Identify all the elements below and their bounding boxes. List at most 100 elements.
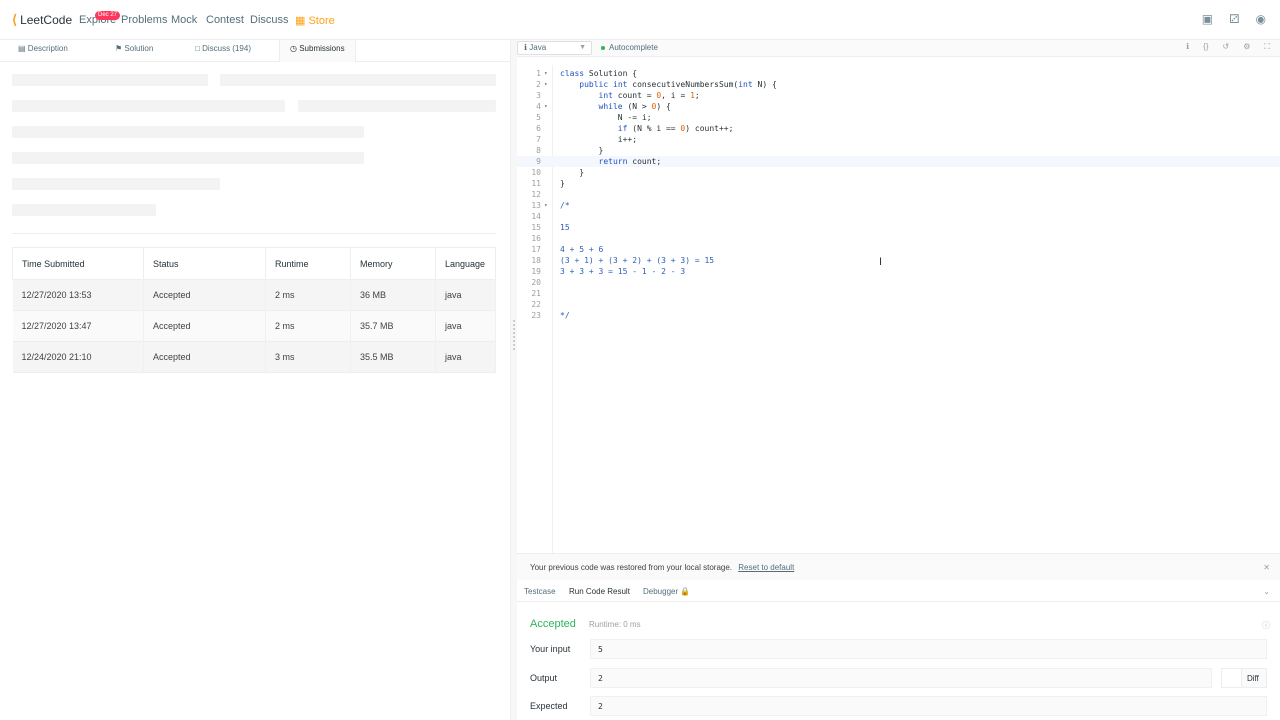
store-icon: ▦: [295, 15, 306, 27]
col-runtime[interactable]: Runtime: [265, 247, 351, 280]
tab-debugger[interactable]: Debugger 🔒: [643, 587, 690, 596]
tab-solution-label: Solution: [124, 44, 154, 53]
table-row[interactable]: 12/27/2020 13:47 Accepted 2 ms 35.7 MB j…: [12, 310, 496, 342]
language-value: Java: [529, 43, 547, 52]
loading-skeleton: [12, 74, 208, 86]
reset-to-default-link[interactable]: Reset to default: [738, 563, 794, 572]
tab-debugger-label: Debugger: [643, 587, 679, 596]
diff-toggle[interactable]: Diff: [1221, 668, 1267, 688]
your-input-value: 5: [590, 639, 1267, 659]
user-avatar-icon[interactable]: ◉: [1256, 12, 1266, 26]
tab-solution[interactable]: ⚑ Solution: [105, 40, 163, 62]
cell-status[interactable]: Accepted: [143, 310, 266, 342]
fold-arrow-icon[interactable]: ▾: [544, 101, 548, 112]
text-cursor-icon: I: [879, 256, 883, 268]
loading-skeleton: [220, 74, 496, 86]
nav-problems[interactable]: Problems: [121, 14, 167, 26]
nav-contest[interactable]: Contest: [206, 14, 244, 26]
code-line: 5 N -= i;: [536, 113, 652, 122]
code-line: 11}: [531, 179, 565, 188]
nav-store-label: Store: [308, 15, 335, 27]
explore-badge: Dec 27: [95, 11, 121, 20]
tab-description[interactable]: ▤ Description: [8, 40, 78, 62]
settings-icon[interactable]: ⚙: [1243, 42, 1250, 52]
divider: [12, 233, 496, 234]
tab-submissions-label: Submissions: [299, 44, 345, 53]
toolbar-icons: ℹ {} ↺ ⚙ ⛶: [1186, 42, 1270, 52]
fold-arrow-icon[interactable]: ▾: [544, 200, 548, 211]
reset-icon[interactable]: ↺: [1223, 42, 1230, 52]
table-row[interactable]: 12/24/2020 21:10 Accepted 3 ms 35.5 MB j…: [12, 341, 496, 373]
cell-language: java: [435, 310, 496, 342]
clock-icon: ◷: [290, 44, 297, 53]
cell-memory: 35.7 MB: [350, 310, 436, 342]
drag-handle-icon[interactable]: [513, 320, 515, 350]
braces-icon[interactable]: {}: [1203, 42, 1208, 52]
code-line: 13 ▾/*: [531, 200, 570, 211]
fold-arrow-icon[interactable]: ▾: [544, 68, 548, 79]
leetcode-logo-icon: ⟨: [12, 12, 18, 27]
result-status: Accepted: [530, 618, 576, 630]
your-input-label: Your input: [530, 644, 571, 654]
status-dot-icon: [601, 45, 605, 50]
nav-discuss[interactable]: Discuss: [250, 14, 289, 26]
cell-memory: 35.5 MB: [350, 341, 436, 373]
chevron-down-icon: ▼: [579, 44, 586, 51]
toggle-switch[interactable]: [1222, 669, 1242, 687]
nav-store[interactable]: ▦ Store: [295, 14, 335, 27]
expected-label: Expected: [530, 701, 568, 711]
cell-status[interactable]: Accepted: [143, 279, 266, 311]
cell-runtime: 2 ms: [265, 310, 351, 342]
info-icon[interactable]: ℹ: [1186, 42, 1189, 52]
result-runtime: Runtime: 0 ms: [589, 620, 641, 629]
nav-mock[interactable]: Mock: [171, 14, 197, 26]
col-status[interactable]: Status: [143, 247, 266, 280]
left-panel: ▤ Description ⚑ Solution □ Discuss (194)…: [0, 40, 510, 720]
code-line: 22: [531, 300, 541, 309]
expected-value: 2: [590, 696, 1267, 716]
close-icon[interactable]: ✕: [1263, 563, 1270, 572]
loading-skeleton: [12, 152, 364, 164]
table-row[interactable]: 12/27/2020 13:53 Accepted 2 ms 36 MB jav…: [12, 279, 496, 311]
loading-skeleton: [12, 100, 285, 112]
diff-label: Diff: [1247, 674, 1259, 683]
code-line: 4 ▾ while (N > 0) {: [536, 101, 671, 112]
fold-arrow-icon[interactable]: ▾: [544, 79, 548, 90]
autocomplete-toggle[interactable]: Autocomplete: [601, 43, 658, 52]
panel-resizer[interactable]: [510, 40, 517, 720]
col-time-submitted[interactable]: Time Submitted: [12, 247, 144, 280]
cell-status[interactable]: Accepted: [143, 341, 266, 373]
code-line: 12: [531, 190, 541, 199]
cell-time: 12/24/2020 21:10: [12, 341, 144, 373]
table-header-row: Time Submitted Status Runtime Memory Lan…: [12, 247, 496, 280]
tab-discuss[interactable]: □ Discuss (194): [185, 40, 261, 62]
col-language[interactable]: Language: [435, 247, 496, 280]
code-line-active: 9 return count;: [517, 156, 1280, 167]
language-icon: ℹ: [524, 43, 528, 52]
tab-description-label: Description: [27, 44, 68, 53]
help-icon[interactable]: ⓘ: [1262, 620, 1270, 631]
tab-testcase[interactable]: Testcase: [524, 587, 556, 596]
tab-run-code-result[interactable]: Run Code Result: [569, 587, 630, 596]
loading-skeleton: [12, 126, 364, 138]
code-line: 19 3 + 3 + 3 = 15 - 1 - 2 - 3: [531, 267, 686, 276]
lock-icon: 🔒: [680, 587, 691, 596]
loading-skeleton: [298, 100, 496, 112]
solution-icon: ⚑: [115, 44, 123, 53]
result-tabs: Testcase Run Code Result Debugger 🔒 ⌄: [517, 580, 1280, 602]
col-memory[interactable]: Memory: [350, 247, 436, 280]
cell-language: java: [435, 341, 496, 373]
chevron-down-icon[interactable]: ⌄: [1263, 587, 1270, 596]
language-select[interactable]: ℹ Java ▼: [517, 41, 592, 55]
code-line: 17 4 + 5 + 6: [531, 245, 604, 254]
leetcode-logo[interactable]: ⟨ LeetCode: [12, 12, 72, 28]
fullscreen-icon[interactable]: ⛶: [1264, 42, 1270, 52]
tab-submissions[interactable]: ◷ Submissions: [279, 40, 356, 62]
playground-icon[interactable]: ▣: [1202, 12, 1213, 26]
discuss-icon: □: [195, 44, 200, 53]
cell-language: java: [435, 279, 496, 311]
notification-bell-icon[interactable]: ⚂: [1229, 12, 1239, 26]
code-line: 21: [531, 289, 541, 298]
code-line: 6 if (N % i == 0) count++;: [536, 124, 734, 133]
code-editor[interactable]: 1 ▾ class Solution { 2 ▾ public int consecu…: [517, 65, 1280, 553]
